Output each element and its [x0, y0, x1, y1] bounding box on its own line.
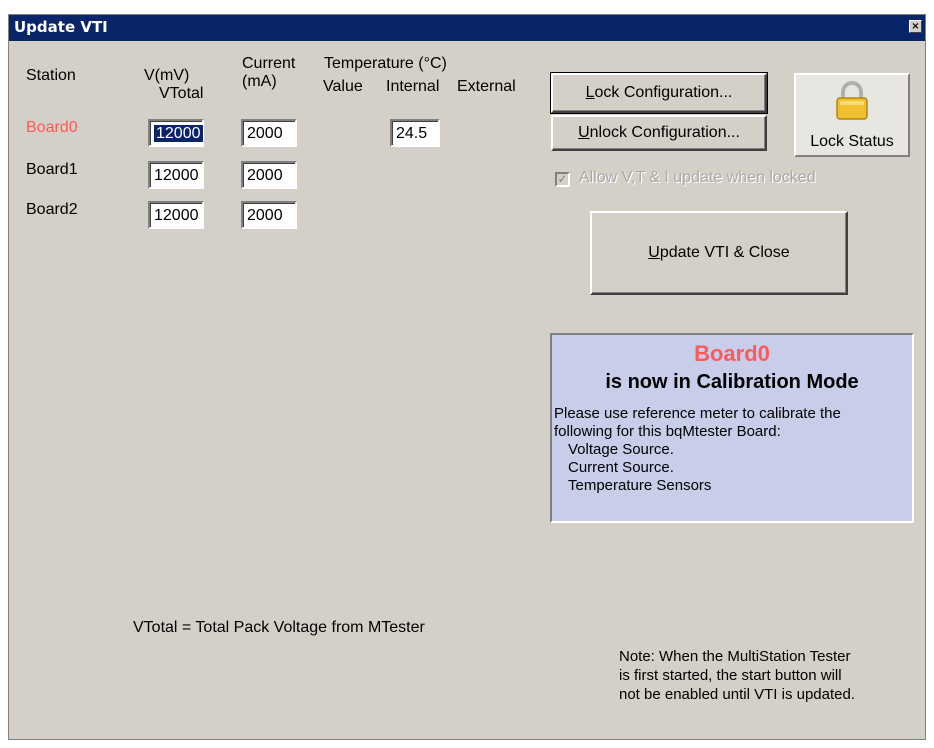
allow-update-checkbox[interactable]: ✓ [555, 172, 570, 187]
unlock-hotkey: U [578, 124, 590, 141]
board0-voltage-input[interactable]: 12000 [148, 119, 204, 147]
board2-label: Board2 [26, 201, 78, 218]
close-button[interactable]: × [909, 20, 922, 33]
calibration-item-current: Current Source. [568, 459, 674, 476]
board0-temp-internal-input[interactable]: 24.5 [390, 119, 440, 147]
title-bar[interactable]: Update VTI × [9, 15, 925, 41]
calibration-board-name: Board0 [694, 341, 770, 366]
board2-voltage-input[interactable]: 12000 [148, 201, 204, 229]
board1-current-input[interactable]: 2000 [241, 161, 297, 189]
header-vtotal: VTotal [159, 85, 204, 102]
lock-hotkey: L [585, 84, 595, 101]
padlock-icon [836, 81, 868, 120]
update-vti-close-button[interactable]: Update VTI & Close [590, 211, 848, 295]
allow-update-label: Allow V,T & I update when locked [579, 169, 816, 186]
calibration-item-voltage: Voltage Source. [568, 441, 674, 458]
header-temp-external: External [457, 78, 516, 95]
calibration-line-2: following for this bqMtester Board: [554, 423, 781, 440]
note-line-3: not be enabled until VTI is updated. [619, 686, 856, 703]
calibration-item-temperature: Temperature Sensors [568, 477, 712, 494]
board2-current-input[interactable]: 2000 [241, 201, 297, 229]
board0-current-input[interactable]: 2000 [241, 119, 297, 147]
update-hotkey: U [648, 244, 660, 261]
calibration-mode-text: is now in Calibration Mode [605, 371, 859, 393]
lock-status-panel: Lock Status [794, 73, 910, 157]
header-current-unit: (mA) [242, 73, 277, 90]
window-title: Update VTI [14, 18, 108, 36]
lock-status-label: Lock Status [810, 133, 894, 150]
header-temp-internal: Internal [386, 78, 440, 95]
update-label: pdate VTI & Close [659, 244, 790, 261]
note-line-2: is first started, the start button will [619, 667, 842, 684]
header-temp-value: Value [323, 78, 363, 95]
close-icon: × [911, 21, 920, 32]
vtotal-footnote: VTotal = Total Pack Voltage from MTester [133, 619, 425, 636]
board0-label: Board0 [26, 119, 78, 136]
update-vti-dialog: Update VTI × Station V(mV) VTotal Curren… [8, 14, 926, 740]
header-station: Station [26, 67, 76, 84]
lock-label: ock Configuration... [594, 84, 733, 101]
note-line-1: Note: When the MultiStation Tester [619, 648, 851, 665]
unlock-label: nlock Configuration... [589, 124, 740, 141]
header-temperature: Temperature (°C) [324, 55, 447, 72]
header-current: Current [242, 55, 296, 72]
lock-configuration-button[interactable]: Lock Configuration... [550, 72, 768, 114]
board0-voltage-value: 12000 [154, 125, 203, 142]
unlock-configuration-button[interactable]: Unlock Configuration... [551, 115, 767, 151]
header-voltage: V(mV) [144, 67, 190, 84]
board1-voltage-input[interactable]: 12000 [148, 161, 204, 189]
calibration-line-1: Please use reference meter to calibrate … [554, 405, 841, 422]
calibration-panel: Board0 is now in Calibration Mode Please… [550, 333, 914, 523]
board1-label: Board1 [26, 161, 78, 178]
calibration-instructions: Please use reference meter to calibrate … [554, 405, 841, 495]
startup-note: Note: When the MultiStation Tester is fi… [619, 647, 855, 704]
